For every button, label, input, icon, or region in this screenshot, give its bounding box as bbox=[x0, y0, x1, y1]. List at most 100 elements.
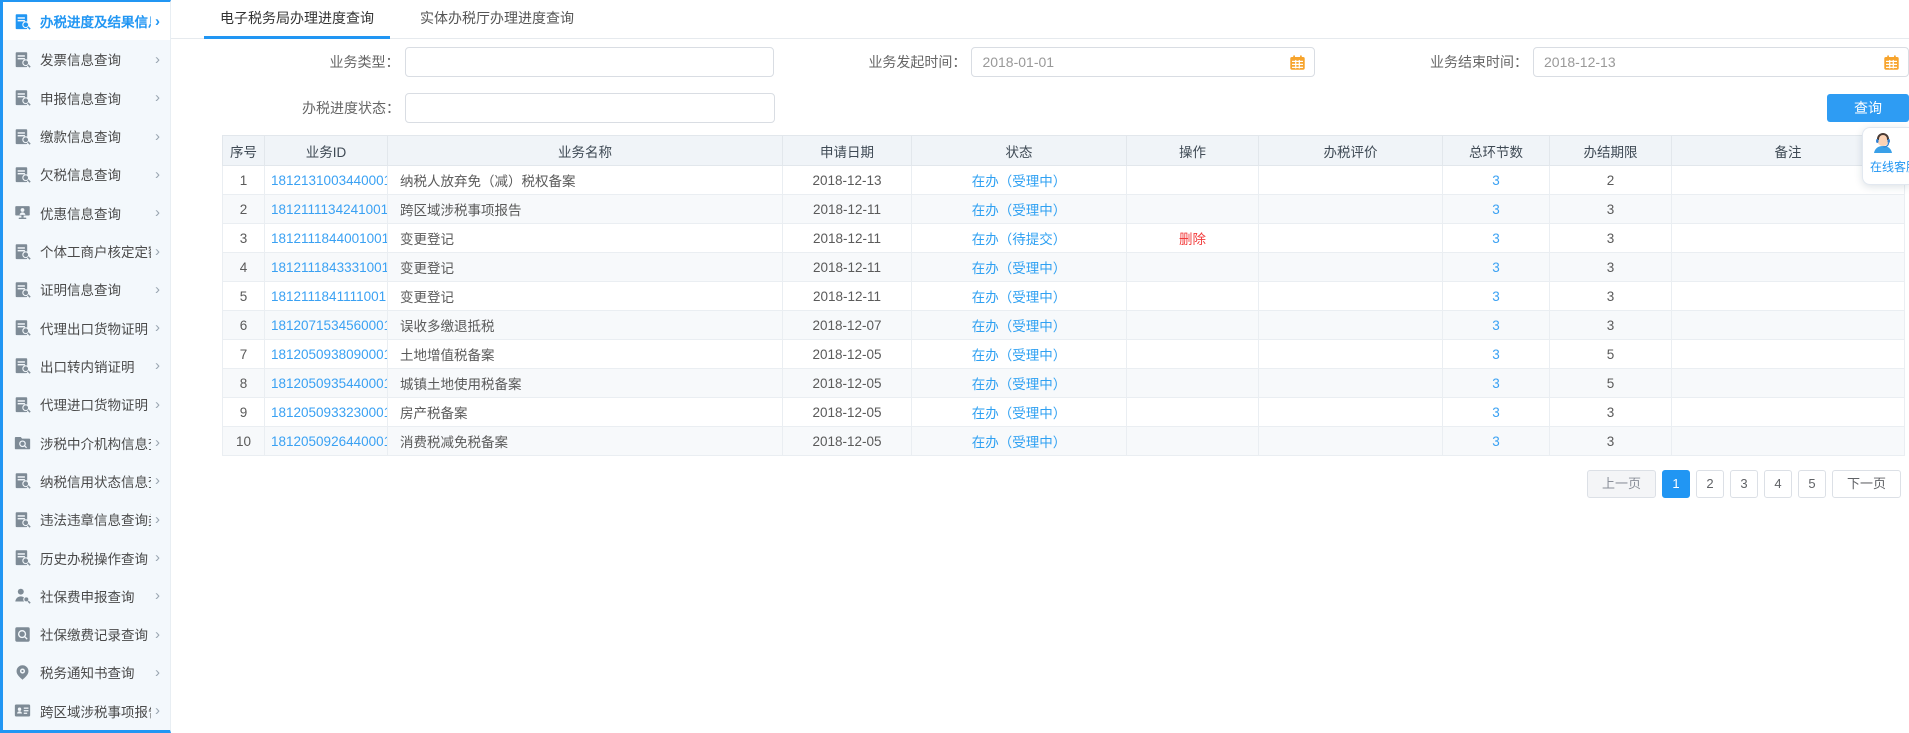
app-window: 办税进度及结果信息查询 › 发票信息查询 › 申报信息查询 › 缴款信息查询 ›… bbox=[0, 0, 1909, 733]
business-id-link[interactable]: 1812050938090001 bbox=[271, 347, 388, 362]
chevron-right-icon: › bbox=[151, 357, 160, 374]
header-business-id: 业务ID bbox=[265, 136, 388, 166]
steps-link[interactable]: 3 bbox=[1492, 202, 1500, 217]
sidebar-item-historical-tax-operation-query[interactable]: 历史办税操作查询 › bbox=[3, 538, 170, 576]
business-id-link[interactable]: 1812131003440001 bbox=[271, 173, 388, 188]
sidebar-item-tax-intermediary-query[interactable]: 涉税中介机构信息查询 › bbox=[3, 423, 170, 461]
chevron-right-icon: › bbox=[151, 243, 160, 260]
cell-action: 删除 bbox=[1127, 224, 1259, 253]
sidebar-item-preferential-info-query[interactable]: 优惠信息查询 › bbox=[3, 194, 170, 232]
filter-panel: 业务类型： 业务发起时间： 业务结束时间： 办税进度状态： 查询 bbox=[171, 39, 1909, 123]
steps-link[interactable]: 3 bbox=[1492, 434, 1500, 449]
tab-physical-tax-hall-progress[interactable]: 实体办税厅办理进度查询 bbox=[404, 0, 590, 38]
business-id-link[interactable]: 1812111841111001 bbox=[271, 289, 386, 304]
business-type-label: 业务类型： bbox=[171, 52, 400, 72]
progress-status-select[interactable] bbox=[405, 93, 775, 123]
sidebar-item-tax-notice-query[interactable]: 税务通知书查询 › bbox=[3, 653, 170, 691]
cell-action bbox=[1127, 253, 1259, 282]
sidebar-item-violation-info-query[interactable]: 违法违章信息查询类 › bbox=[3, 500, 170, 538]
cell-business-id: 1812131003440001 bbox=[265, 166, 388, 195]
sidebar-item-export-to-domestic-cert[interactable]: 出口转内销证明 › bbox=[3, 347, 170, 385]
steps-link[interactable]: 3 bbox=[1492, 376, 1500, 391]
cell-evaluation bbox=[1259, 398, 1443, 427]
pagination-prev-button[interactable]: 上一页 bbox=[1587, 470, 1656, 498]
calendar-icon[interactable] bbox=[1883, 54, 1900, 71]
sidebar-item-certificate-info-query[interactable]: 证明信息查询 › bbox=[3, 270, 170, 308]
cell-status: 在办（受理中） bbox=[912, 166, 1127, 195]
sidebar-item-tax-progress-results-query[interactable]: 办税进度及结果信息查询 › bbox=[3, 2, 170, 40]
steps-link[interactable]: 3 bbox=[1492, 347, 1500, 362]
doc-search-icon bbox=[14, 318, 33, 337]
pagination-page-3[interactable]: 3 bbox=[1730, 470, 1758, 498]
steps-link[interactable]: 3 bbox=[1492, 405, 1500, 420]
sidebar-item-invoice-info-query[interactable]: 发票信息查询 › bbox=[3, 40, 170, 78]
business-type-input[interactable] bbox=[405, 47, 774, 77]
steps-link[interactable]: 3 bbox=[1492, 260, 1500, 275]
customer-service-avatar bbox=[1870, 131, 1896, 155]
chevron-right-icon: › bbox=[151, 13, 160, 30]
doc-search-icon bbox=[14, 356, 33, 375]
sidebar-item-label: 跨区域涉税事项报告查询 bbox=[40, 701, 151, 721]
cell-action bbox=[1127, 195, 1259, 224]
cell-total-steps: 3 bbox=[1443, 398, 1550, 427]
business-id-link[interactable]: 1812050926440001 bbox=[271, 434, 388, 449]
pagination-page-1[interactable]: 1 bbox=[1662, 470, 1690, 498]
start-time-input[interactable] bbox=[971, 47, 1315, 77]
sidebar-item-individual-business-quota-query[interactable]: 个体工商户核定定额信息查询 › bbox=[3, 232, 170, 270]
pagination-page-4[interactable]: 4 bbox=[1764, 470, 1792, 498]
chevron-right-icon: › bbox=[151, 281, 160, 298]
sidebar-item-label: 历史办税操作查询 bbox=[40, 548, 148, 568]
cell-status: 在办（受理中） bbox=[912, 340, 1127, 369]
business-id-link[interactable]: 1812111843331001 bbox=[271, 260, 388, 275]
cell-apply-date: 2018-12-05 bbox=[783, 340, 912, 369]
online-customer-service-widget[interactable]: 在线客服 bbox=[1862, 127, 1909, 185]
cell-business-name: 房产税备案 bbox=[388, 398, 783, 427]
chevron-right-icon: › bbox=[151, 587, 160, 604]
sidebar-item-social-insurance-payment-record-query[interactable]: 社保缴费记录查询 › bbox=[3, 615, 170, 653]
header-index: 序号 bbox=[223, 136, 265, 166]
cell-deadline: 3 bbox=[1550, 398, 1672, 427]
business-id-link[interactable]: 1812071534560001 bbox=[271, 318, 388, 333]
sidebar-item-label: 社保费申报查询 bbox=[40, 586, 135, 606]
pagination-page-5[interactable]: 5 bbox=[1798, 470, 1826, 498]
business-id-link[interactable]: 1812111844001001 bbox=[271, 231, 388, 246]
steps-link[interactable]: 3 bbox=[1492, 231, 1500, 246]
business-id-link[interactable]: 1812111134241001 bbox=[271, 202, 388, 217]
end-time-label: 业务结束时间： bbox=[1315, 52, 1528, 72]
chevron-right-icon: › bbox=[151, 89, 160, 106]
pagination-next-button[interactable]: 下一页 bbox=[1832, 470, 1901, 498]
cell-action bbox=[1127, 340, 1259, 369]
cell-apply-date: 2018-12-11 bbox=[783, 253, 912, 282]
sidebar-item-label: 缴款信息查询 bbox=[40, 126, 121, 146]
sidebar-item-agent-export-goods-cert[interactable]: 代理出口货物证明 › bbox=[3, 309, 170, 347]
search-button[interactable]: 查询 bbox=[1827, 94, 1909, 122]
cell-business-name: 误收多缴退抵税 bbox=[388, 311, 783, 340]
sidebar-item-label: 社保缴费记录查询 bbox=[40, 624, 148, 644]
pagination-page-2[interactable]: 2 bbox=[1696, 470, 1724, 498]
calendar-icon[interactable] bbox=[1289, 54, 1306, 71]
steps-link[interactable]: 3 bbox=[1492, 289, 1500, 304]
sidebar-item-label: 出口转内销证明 bbox=[40, 356, 135, 376]
sidebar-item-cross-region-tax-report-query[interactable]: 跨区域涉税事项报告查询 › bbox=[3, 692, 170, 730]
header-evaluation: 办税评价 bbox=[1259, 136, 1443, 166]
square-search-icon bbox=[14, 625, 33, 644]
steps-link[interactable]: 3 bbox=[1492, 318, 1500, 333]
sidebar-item-agent-import-goods-cert[interactable]: 代理进口货物证明 › bbox=[3, 385, 170, 423]
business-id-link[interactable]: 1812050935440001 bbox=[271, 376, 388, 391]
cell-business-name: 城镇土地使用税备案 bbox=[388, 369, 783, 398]
sidebar-item-tax-arrears-query[interactable]: 欠税信息查询 › bbox=[3, 155, 170, 193]
delete-link[interactable]: 删除 bbox=[1179, 232, 1206, 247]
table-header-row: 序号 业务ID 业务名称 申请日期 状态 操作 办税评价 总环节数 办结期限 备… bbox=[223, 136, 1905, 166]
table-row: 2 1812111134241001 跨区域涉税事项报告 2018-12-11 … bbox=[223, 195, 1905, 224]
end-time-input[interactable] bbox=[1533, 47, 1909, 77]
sidebar-item-social-insurance-declaration-query[interactable]: 社保费申报查询 › bbox=[3, 577, 170, 615]
start-time-label: 业务发起时间： bbox=[774, 52, 967, 72]
sidebar-item-declaration-info-query[interactable]: 申报信息查询 › bbox=[3, 79, 170, 117]
sidebar-item-tax-credit-status-query[interactable]: 纳税信用状态信息查询 › bbox=[3, 462, 170, 500]
steps-link[interactable]: 3 bbox=[1492, 173, 1500, 188]
tab-electronic-tax-bureau-progress[interactable]: 电子税务局办理进度查询 bbox=[204, 0, 390, 38]
sidebar-item-payment-info-query[interactable]: 缴款信息查询 › bbox=[3, 117, 170, 155]
business-id-link[interactable]: 1812050933230001 bbox=[271, 405, 388, 420]
sidebar-nav: 办税进度及结果信息查询 › 发票信息查询 › 申报信息查询 › 缴款信息查询 ›… bbox=[0, 0, 171, 733]
doc-search-icon bbox=[14, 88, 33, 107]
